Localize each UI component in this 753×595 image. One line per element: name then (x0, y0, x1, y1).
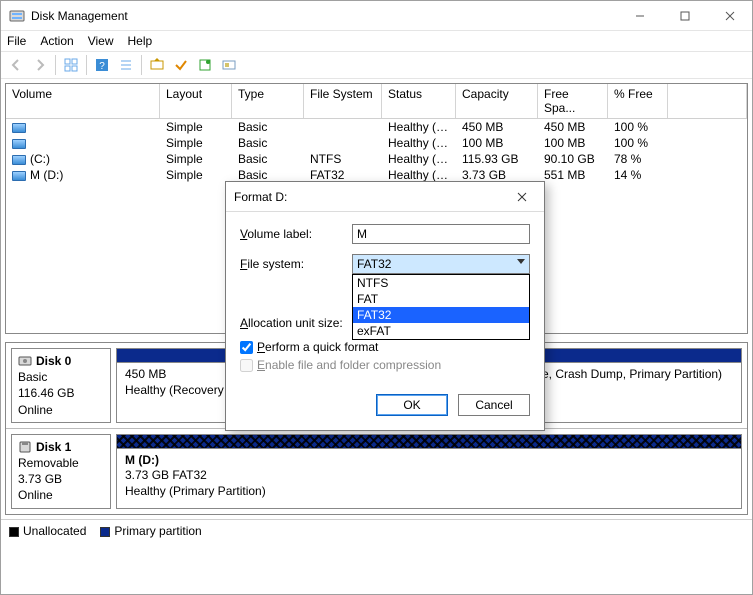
file-system-label: File system: (240, 257, 352, 271)
volume-label-input[interactable] (352, 224, 530, 244)
ok-button[interactable]: OK (376, 394, 448, 416)
allocation-size-label: Allocation unit size: (240, 316, 352, 330)
volume-label-label: Volume label: (240, 227, 352, 241)
fs-option-ntfs[interactable]: NTFS (353, 275, 529, 291)
file-system-combo[interactable]: FAT32 (352, 254, 530, 274)
dialog-title: Format D: (234, 190, 508, 204)
fs-option-exfat[interactable]: exFAT (353, 323, 529, 339)
chevron-down-icon (517, 259, 525, 264)
cancel-button[interactable]: Cancel (458, 394, 530, 416)
quick-format-checkbox[interactable]: Perform a quick format (240, 340, 530, 354)
file-system-dropdown[interactable]: NTFS FAT FAT32 exFAT (352, 274, 530, 340)
fs-option-fat32[interactable]: FAT32 (353, 307, 529, 323)
format-dialog: Format D: Volume label: File system: FAT… (225, 181, 545, 431)
fs-option-fat[interactable]: FAT (353, 291, 529, 307)
enable-compression-checkbox: Enable file and folder compression (240, 358, 530, 372)
dialog-close-button[interactable] (508, 183, 536, 211)
